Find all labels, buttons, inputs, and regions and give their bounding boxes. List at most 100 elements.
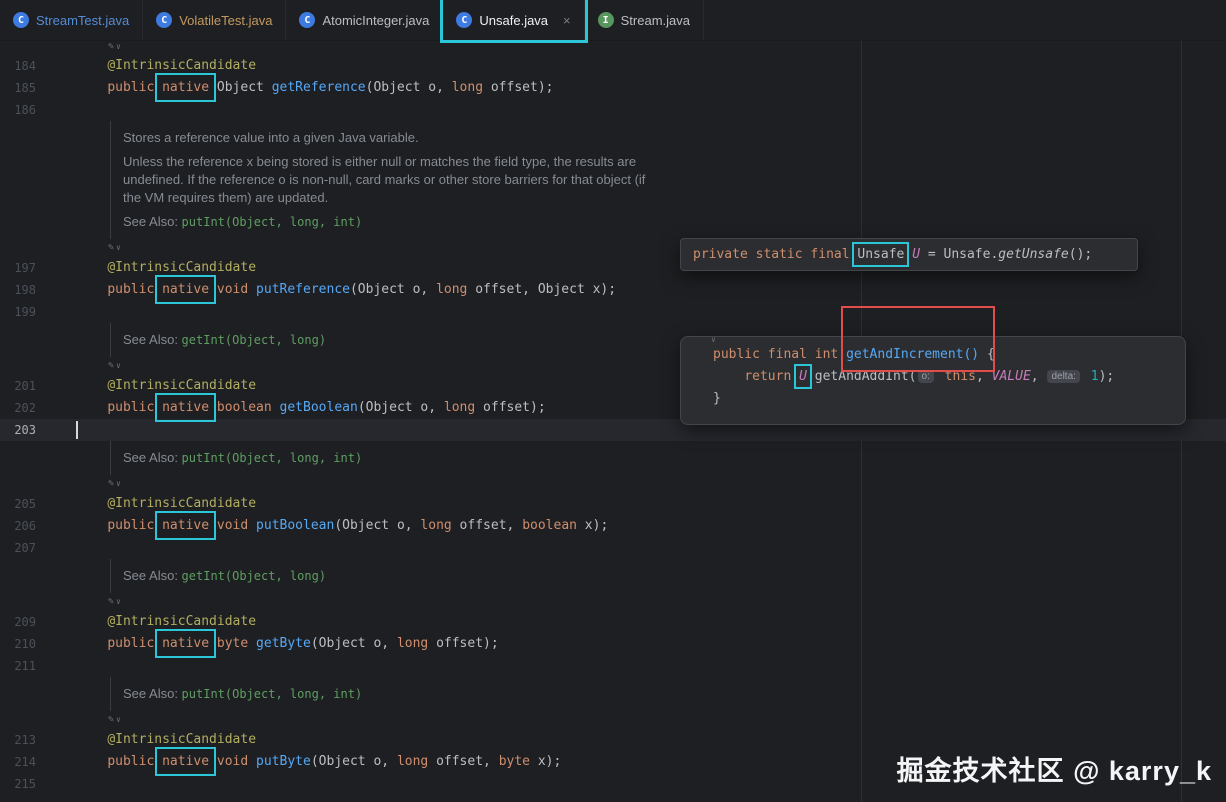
line-number[interactable]: 215 (0, 773, 36, 795)
code-line[interactable]: @IntrinsicCandidate (76, 55, 1226, 77)
token-pl: ); (1099, 369, 1115, 384)
line-number[interactable]: 213 (0, 729, 36, 751)
token-pl (76, 754, 107, 769)
tab-atomicinteger-java[interactable]: CAtomicInteger.java (286, 0, 443, 40)
editor-row: 213 @IntrinsicCandidate (0, 729, 1226, 751)
token-pl: (Object o, (334, 518, 420, 533)
line-number[interactable]: 211 (0, 655, 36, 677)
token-ann: @IntrinsicCandidate (107, 260, 256, 275)
token-field: VALUE (992, 369, 1031, 384)
editor-row: 206 public native void putBoolean(Object… (0, 515, 1226, 537)
line-number[interactable]: 185 (0, 77, 36, 99)
doc-render-toggle-icon[interactable]: ✎∨ (108, 714, 123, 725)
token-ann: @IntrinsicCandidate (107, 732, 256, 747)
token-pl: getAndAddInt( (815, 369, 917, 384)
code-line[interactable] (76, 655, 1226, 677)
fold-row: ✎∨ (0, 711, 1226, 729)
line-number[interactable]: 210 (0, 633, 36, 655)
code-line[interactable]: public native void putBoolean(Object o, … (76, 515, 1226, 537)
token-pl: (); (1069, 247, 1092, 262)
doc-render-toggle-icon[interactable]: ✎∨ (108, 596, 123, 607)
token-pl (76, 378, 107, 393)
see-also-label: See Also: (123, 332, 182, 347)
line-number[interactable]: 203 (0, 419, 36, 441)
line-number[interactable]: 199 (0, 301, 36, 323)
type-unsafe: Unsafe (857, 247, 904, 262)
popup-code-line: } (713, 388, 1185, 410)
code-line[interactable]: @IntrinsicCandidate (76, 729, 1226, 751)
editor-row: 210 public native byte getByte(Object o,… (0, 633, 1226, 655)
token-pl (76, 400, 107, 415)
token-kw: boolean (522, 518, 577, 533)
doc-link[interactable]: putInt(Object, long, int) (182, 451, 363, 465)
tab-unsafe-java[interactable]: CUnsafe.java× (443, 0, 584, 40)
token-kw: public (107, 636, 162, 651)
token-pl: . (807, 369, 815, 384)
doc-text: the VM requires them) are updated. (123, 189, 1214, 207)
token-kw: void (217, 282, 256, 297)
token-pl (209, 400, 217, 415)
popup-code-line: public final int getAndIncrement() { (713, 344, 1185, 366)
code-line[interactable]: @IntrinsicCandidate (76, 493, 1226, 515)
tab-stream-java[interactable]: IStream.java (585, 0, 704, 40)
line-number[interactable]: 184 (0, 55, 36, 77)
doc-text: Unless the reference x being stored is e… (123, 153, 1214, 171)
doc-render-toggle-icon[interactable]: ✎∨ (108, 478, 123, 489)
doc-link[interactable]: getInt(Object, long) (182, 569, 327, 583)
tab-volatiletest-java[interactable]: CVolatileTest.java (143, 0, 286, 40)
line-number[interactable]: 209 (0, 611, 36, 633)
chevron-down-icon: ∨ (116, 361, 123, 370)
doc-link[interactable]: putInt(Object, long, int) (182, 687, 363, 701)
token-pl: (Object o, (311, 636, 397, 651)
line-number[interactable]: 205 (0, 493, 36, 515)
tab-close-icon[interactable]: × (563, 13, 571, 28)
doc-render-toggle-icon[interactable]: ✎∨ (108, 360, 123, 371)
code-line[interactable]: public native byte getByte(Object o, lon… (76, 633, 1226, 655)
see-also-label: See Also: (123, 450, 182, 465)
editor-row: 185 public native Object getReference(Ob… (0, 77, 1226, 99)
token-kw: public (107, 400, 162, 415)
token-kw: long (436, 282, 467, 297)
code-line[interactable]: @IntrinsicCandidate (76, 611, 1226, 633)
fold-row: ✎∨ (0, 593, 1226, 611)
see-also-label: See Also: (123, 214, 182, 229)
doc-render-toggle-icon[interactable]: ✎∨ (108, 242, 123, 253)
doc-link[interactable]: getInt(Object, long) (182, 333, 327, 347)
line-number[interactable]: 202 (0, 397, 36, 419)
token-num: 1 (1083, 369, 1099, 384)
doc-link[interactable]: putInt(Object, long, int) (182, 215, 363, 229)
line-number[interactable]: 186 (0, 99, 36, 121)
code-line[interactable] (76, 301, 1226, 323)
token-meth: getByte (256, 636, 311, 651)
token-ann: @IntrinsicCandidate (107, 378, 256, 393)
doc-text: undefined. If the reference o is non-nul… (123, 171, 1214, 189)
token-pl: (Object o, (366, 80, 452, 95)
keyword-native: native (162, 400, 209, 415)
token-kw: long (452, 80, 483, 95)
tab-streamtest-java[interactable]: CStreamTest.java (0, 0, 143, 40)
code-line[interactable] (76, 99, 1226, 121)
token-kw: final (768, 347, 815, 362)
code-line[interactable]: public native void putReference(Object o… (76, 279, 1226, 301)
token-pl (209, 518, 217, 533)
line-number[interactable]: 197 (0, 257, 36, 279)
line-number[interactable]: 206 (0, 515, 36, 537)
class-icon: C (156, 12, 172, 28)
line-number[interactable]: 207 (0, 537, 36, 559)
pen-icon: ✎ (108, 360, 116, 371)
line-number[interactable]: 198 (0, 279, 36, 301)
line-number[interactable]: 214 (0, 751, 36, 773)
line-number[interactable]: 201 (0, 375, 36, 397)
editor-row: 209 @IntrinsicCandidate (0, 611, 1226, 633)
doc-render-toggle-icon[interactable]: ✎∨ (108, 41, 123, 52)
see-also-line: See Also: putInt(Object, long, int) (123, 685, 1214, 703)
class-icon: C (13, 12, 29, 28)
token-field: U (912, 247, 920, 262)
token-pl: (Object o, (350, 282, 436, 297)
code-line[interactable]: public native Object getReference(Object… (76, 77, 1226, 99)
code-line[interactable] (76, 537, 1226, 559)
token-pl (76, 732, 107, 747)
doc-content: See Also: putInt(Object, long, int) (76, 677, 1226, 711)
token-kw: final (810, 247, 857, 262)
class-icon: C (456, 12, 472, 28)
